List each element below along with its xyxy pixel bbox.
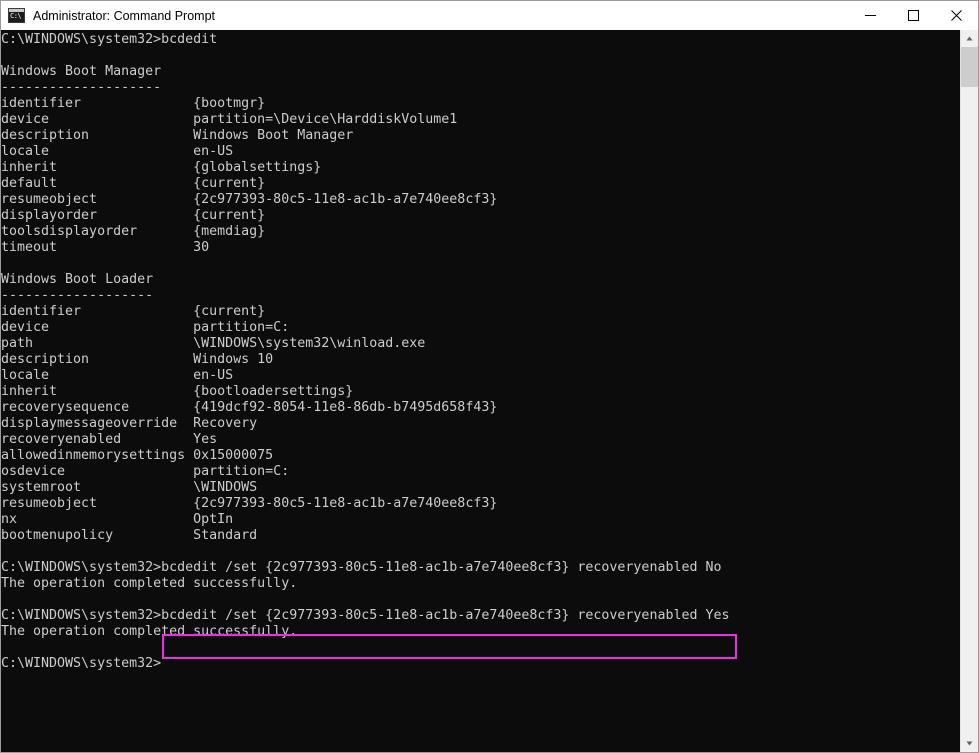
scroll-up-icon: [966, 36, 973, 41]
console-line: description Windows Boot Manager: [1, 128, 354, 143]
console-line: systemroot \WINDOWS: [1, 480, 258, 495]
minimize-icon: [865, 15, 876, 16]
console-line: recoveryenabled Yes: [1, 432, 218, 447]
console-line: C:\WINDOWS\system32>bcdedit /set {2c9773…: [1, 560, 722, 575]
console-line: displaymessageoverride Recovery: [1, 416, 258, 431]
console-line: Windows Boot Manager: [1, 64, 162, 79]
console-line: nx OptIn: [1, 512, 234, 527]
console-line: The operation completed successfully.: [1, 624, 298, 639]
scroll-down-button[interactable]: [961, 735, 978, 752]
console-line: --------------------: [1, 80, 162, 95]
console-line: displayorder {current}: [1, 208, 266, 223]
console-line: identifier {bootmgr}: [1, 96, 266, 111]
minimize-button[interactable]: [849, 1, 892, 30]
console-line: Windows Boot Loader: [1, 272, 154, 287]
window-title: Administrator: Command Prompt: [33, 8, 216, 23]
console-icon-glyph: C:\: [10, 12, 22, 20]
console-line: -------------------: [1, 288, 154, 303]
console-line: resumeobject {2c977393-80c5-11e8-ac1b-a7…: [1, 496, 498, 511]
close-button[interactable]: [935, 1, 978, 30]
console-line: recoverysequence {419dcf92-8054-11e8-86d…: [1, 400, 498, 415]
console-line: timeout 30: [1, 240, 210, 255]
console-line: locale en-US: [1, 368, 234, 383]
console-line: resumeobject {2c977393-80c5-11e8-ac1b-a7…: [1, 192, 498, 207]
console-line: C:\WINDOWS\system32>bcdedit: [1, 32, 218, 47]
console-line: default {current}: [1, 176, 266, 191]
console-text-buffer: C:\WINDOWS\system32>bcdedit Windows Boot…: [1, 32, 960, 672]
scrollbar-thumb[interactable]: [961, 47, 978, 87]
console-line: The operation completed successfully.: [1, 576, 298, 591]
console-icon: C:\: [8, 8, 25, 23]
console-line: device partition=C:: [1, 320, 290, 335]
console-line: identifier {current}: [1, 304, 266, 319]
console-line: toolsdisplayorder {memdiag}: [1, 224, 266, 239]
console-area: C:\WINDOWS\system32>bcdedit Windows Boot…: [1, 30, 978, 752]
console-scrollbar[interactable]: [960, 30, 978, 752]
console-line: bootmenupolicy Standard: [1, 528, 258, 543]
console-output[interactable]: C:\WINDOWS\system32>bcdedit Windows Boot…: [1, 30, 960, 752]
scroll-up-button[interactable]: [961, 30, 978, 47]
scrollbar-track[interactable]: [961, 47, 978, 735]
console-line: description Windows 10: [1, 352, 274, 367]
title-bar-left: C:\ Administrator: Command Prompt: [1, 8, 849, 23]
console-line: inherit {bootloadersettings}: [1, 384, 354, 399]
console-line: device partition=\Device\HarddiskVolume1: [1, 112, 458, 127]
console-line: allowedinmemorysettings 0x15000075: [1, 448, 274, 463]
command-prompt-window: C:\ Administrator: Command Prompt C:\WIN…: [0, 0, 979, 753]
close-icon: [951, 10, 962, 21]
console-line: C:\WINDOWS\system32>bcdedit /set {2c9773…: [1, 608, 730, 623]
console-line: path \WINDOWS\system32\winload.exe: [1, 336, 426, 351]
maximize-icon: [908, 10, 919, 21]
console-line: C:\WINDOWS\system32>: [1, 656, 162, 671]
window-controls: [849, 1, 978, 30]
console-line: inherit {globalsettings}: [1, 160, 322, 175]
title-bar[interactable]: C:\ Administrator: Command Prompt: [1, 1, 978, 30]
console-line: osdevice partition=C:: [1, 464, 290, 479]
console-line: locale en-US: [1, 144, 234, 159]
scroll-down-icon: [966, 741, 973, 746]
maximize-button[interactable]: [892, 1, 935, 30]
